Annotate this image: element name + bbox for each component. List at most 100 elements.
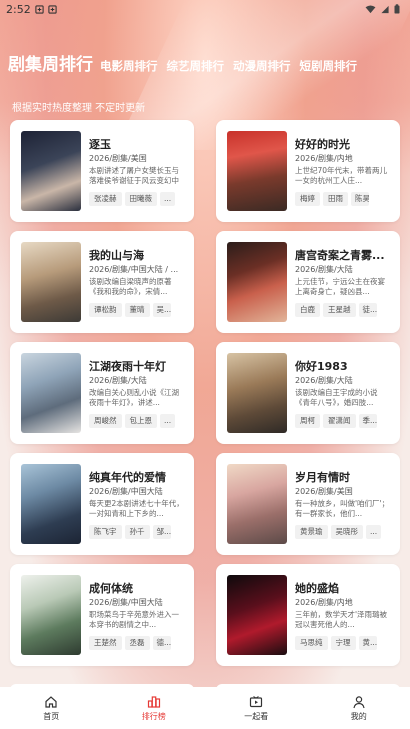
card-description: 上世纪70年代末，带着两儿一女的杭州工人庄... — [295, 166, 388, 185]
tab-movie-weekly[interactable]: 电影周排行 — [100, 58, 158, 74]
cast-tag[interactable]: 黄... — [358, 636, 377, 650]
card-meta: 2026/剧集/中国大陆 / ... — [89, 265, 179, 274]
battery-icon — [394, 4, 400, 14]
card-meta: 2026/剧集/内地 — [295, 154, 353, 163]
cast-tag[interactable]: 田曦薇 — [124, 192, 157, 206]
ranking-card[interactable]: 好好的时光 2026/剧集/内地 上世纪70年代末，带着两儿一女的杭州工人庄... 梅… — [216, 120, 400, 222]
poster-image — [227, 242, 287, 322]
ranking-card[interactable]: 逐玉 2026/剧集/美国 本剧讲述了屠户女樊长玉与落难侯爷谢征于风云变幻中 张凌赫田… — [10, 120, 194, 222]
card-title: 她的盛焰 — [295, 582, 339, 595]
ranking-card[interactable]: 唐宫奇案之青雾... 2026/剧集/大陆 上元佳节，宁远公主在夜宴上离奇身亡，疑凶… — [216, 231, 400, 333]
card-title: 岁月有情时 — [295, 471, 350, 484]
nav-watch-together[interactable]: 一起看 — [216, 695, 296, 722]
cast-tag[interactable]: 吴晓彤 — [330, 525, 363, 539]
card-title: 我的山与海 — [89, 249, 144, 262]
cast-tags: 张凌赫 田曦薇... — [89, 192, 176, 206]
poster-image — [227, 575, 287, 655]
ranking-icon — [147, 695, 160, 708]
cast-tag[interactable]: 吴... — [152, 303, 171, 317]
cast-tag[interactable]: 田雨 — [323, 192, 348, 206]
cast-tag[interactable]: 董晴 — [124, 303, 150, 317]
cast-tag[interactable]: 季... — [358, 414, 377, 428]
cast-tag[interactable]: 马思纯 — [295, 636, 328, 650]
poster-image — [227, 464, 287, 544]
ranking-card[interactable]: 我的山与海 2026/剧集/中国大陆 / ... 该剧改编自梁晓声的原著《我和我的命… — [10, 231, 194, 333]
card-meta: 2026/剧集/美国 — [89, 154, 147, 163]
tab-tv-weekly[interactable]: 剧集周排行 — [8, 50, 93, 75]
cast-tag[interactable]: 王楚然 — [89, 636, 122, 650]
cast-tag[interactable]: 邹... — [152, 525, 171, 539]
cast-tag[interactable]: 张凌赫 — [89, 192, 122, 206]
card-description: 职场菜鸟于辛苑意外进入一本穿书的剧情之中... — [89, 610, 179, 629]
cast-tag[interactable]: 梅婷 — [295, 192, 320, 206]
cast-tag[interactable]: 周柯 — [295, 414, 320, 428]
cast-tag[interactable]: ... — [160, 414, 176, 428]
ranking-subtitle: 根据实时热度整理 不定时更新 — [12, 103, 146, 114]
card-title: 唐宫奇案之青雾... — [295, 249, 385, 262]
status-time: 2:52 — [6, 2, 31, 16]
card-meta: 2026/剧集/大陆 — [295, 376, 353, 385]
nav-home[interactable]: 首页 — [11, 695, 91, 722]
cast-tag[interactable]: 陈飞宇 — [89, 525, 122, 539]
cast-tag[interactable]: 翟潇闻 — [323, 414, 356, 428]
ranking-card[interactable]: 她的盛焰 2026/剧集/内地三年前，数学天才'泽雨璐被冠以害死他人的... 马思纯… — [216, 564, 400, 666]
card-description: 每天更2本剧讲述七十年代，一对知青和上下乡的... — [89, 499, 184, 518]
tab-short-drama-weekly[interactable]: 短剧周排行 — [300, 58, 358, 74]
cast-tag[interactable]: 孙千 — [124, 525, 150, 539]
ranking-card[interactable]: 江湖夜雨十年灯 2026/剧集/大陆 改编自关心则乱小说《江湖夜雨十年灯》，讲述..… — [10, 342, 194, 444]
watch-together-icon — [250, 695, 263, 707]
poster-image — [21, 131, 81, 211]
cast-tags: 黄景瑜 吴晓彤... — [295, 525, 382, 539]
card-title: 江湖夜雨十年灯 — [89, 360, 166, 373]
poster-image — [21, 242, 81, 322]
card-description: 本剧讲述了屠户女樊长玉与落难侯爷谢征于风云变幻中 — [89, 166, 179, 185]
tab-variety-weekly[interactable]: 综艺周排行 — [167, 58, 225, 74]
card-title: 你好1983 — [295, 360, 348, 373]
cast-tag[interactable]: 德... — [152, 636, 171, 650]
card-meta: 2026/剧集/大陆 — [295, 265, 353, 274]
ranking-card[interactable]: 成何体统 2026/剧集/中国大陆 职场菜鸟于辛苑意外进入一本穿书的剧情之中... 王… — [10, 564, 194, 666]
cast-tag[interactable]: 陈昊... — [351, 192, 369, 206]
cast-tags: 陈飞宇 孙千 邹... — [89, 525, 171, 539]
cast-tags: 王楚然 丞磊 德... — [89, 636, 171, 650]
cast-tag[interactable]: 宁理 — [330, 636, 356, 650]
card-meta: 2026/剧集/中国大陆 — [89, 598, 163, 607]
card-description: 改编自关心则乱小说《江湖夜雨十年灯》，讲述... — [89, 388, 179, 407]
cast-tag[interactable]: ... — [160, 192, 176, 206]
card-description: 该剧改编自王宇成的小说《青年八号》，婚四肢... — [295, 388, 378, 407]
nav-ranking[interactable]: 排行榜 — [114, 695, 194, 722]
nav-profile-label: 我的 — [350, 711, 367, 721]
ranking-card[interactable]: 岁月有情时 2026/剧集/美国 有一种放乡，叫做'咱们厂'；有一群家长，他们...… — [216, 453, 400, 555]
bottom-nav: 首页 排行榜 一起看 我的 — [0, 687, 410, 729]
cast-tag[interactable]: 白鹿 — [295, 303, 320, 317]
signal-icon — [381, 5, 389, 13]
cast-tag[interactable]: 谭松韵 — [89, 303, 122, 317]
card-description: 有一种放乡，叫做'咱们厂'；有一群家长，他们... — [295, 499, 390, 518]
card-meta: 2026/剧集/内地 — [295, 598, 353, 607]
cast-tag[interactable]: 包上恩 — [124, 414, 157, 428]
nav-profile[interactable]: 我的 — [319, 695, 399, 722]
wifi-icon — [365, 4, 376, 13]
poster-image — [227, 131, 287, 211]
card-description: 三年前，数学天才'泽雨璐被冠以害死他人的... — [295, 610, 388, 629]
cast-tag[interactable]: 丞磊 — [124, 636, 150, 650]
cast-tag[interactable]: ... — [366, 525, 382, 539]
notification-icon — [35, 4, 44, 14]
card-title: 纯真年代的爱情 — [89, 471, 166, 484]
cast-tag[interactable]: 王星越 — [323, 303, 356, 317]
cast-tag[interactable]: 黄景瑜 — [295, 525, 328, 539]
ranking-tabs: 剧集周排行 电影周排行 综艺周排行 动漫周排行 短剧周排行 — [8, 50, 366, 75]
card-description: 该剧改编自梁晓声的原著《我和我的命》，宋倩... — [89, 277, 172, 296]
tab-anime-weekly[interactable]: 动漫周排行 — [233, 58, 291, 74]
poster-image — [21, 575, 81, 655]
nav-home-label: 首页 — [43, 711, 60, 721]
ranking-card[interactable]: 纯真年代的爱情 2026/剧集/中国大陆 每天更2本剧讲述七十年代，一对知青和上下乡… — [10, 453, 194, 555]
cast-tag[interactable]: 徒... — [358, 303, 377, 317]
home-icon — [45, 695, 57, 708]
notification-icon — [48, 4, 57, 14]
cast-tags: 马思纯 宁理 黄... — [295, 636, 377, 650]
ranking-card[interactable]: 你好1983 2026/剧集/大陆该剧改编自王宇成的小说《青年八号》，婚四肢...… — [216, 342, 400, 444]
cast-tag[interactable]: 周峻然 — [89, 414, 122, 428]
nav-ranking-label: 排行榜 — [141, 711, 166, 721]
poster-image — [227, 353, 287, 433]
